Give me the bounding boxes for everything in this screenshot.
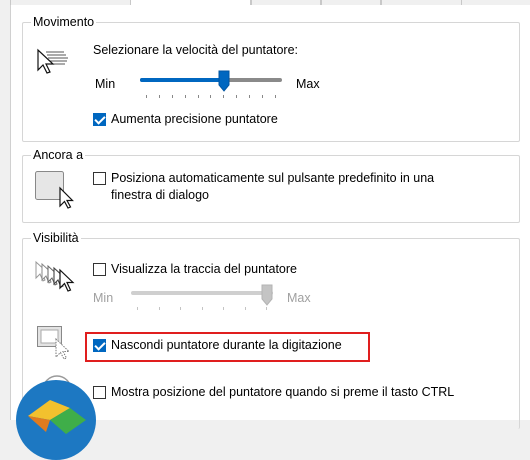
snap-label-line1: Posiziona automaticamente sul pulsante p… — [111, 171, 435, 185]
hide-while-typing-checkbox-box[interactable] — [93, 339, 106, 352]
trail-length-slider — [131, 284, 273, 312]
snap-to-checkbox-box[interactable] — [93, 172, 106, 185]
trail-slider-ticks — [137, 307, 267, 310]
pointer-trails-icon — [35, 260, 75, 292]
group-title-visibilita: Visibilità — [31, 231, 81, 245]
snap-to-checkbox-label: Posiziona automaticamente sul pulsante p… — [111, 170, 434, 204]
pointer-trails-checkbox-label: Visualizza la traccia del puntatore — [111, 262, 297, 276]
show-location-ctrl-checkbox-box[interactable] — [93, 386, 106, 399]
precision-checkbox-label: Aumenta precisione puntatore — [111, 112, 278, 126]
snap-to-checkbox[interactable]: Posiziona automaticamente sul pulsante p… — [93, 170, 434, 204]
trail-min-label: Min — [93, 291, 114, 305]
pointer-speed-slider[interactable] — [140, 70, 282, 100]
logo-badge — [16, 380, 96, 460]
precision-checkbox[interactable]: Aumenta precisione puntatore — [93, 111, 278, 128]
trail-slider-thumb — [261, 284, 273, 306]
trail-slider-track — [131, 291, 273, 295]
hide-while-typing-checkbox[interactable]: Nascondi puntatore durante la digitazion… — [93, 337, 342, 354]
trail-max-label: Max — [287, 291, 311, 305]
snap-label-line2: finestra di dialogo — [111, 188, 209, 202]
speed-min-label: Min — [95, 77, 116, 91]
show-location-ctrl-checkbox[interactable]: Mostra posizione del puntatore quando si… — [93, 384, 454, 401]
precision-checkbox-box[interactable] — [93, 113, 106, 126]
pointer-trails-checkbox[interactable]: Visualizza la traccia del puntatore — [93, 261, 297, 278]
slider-ticks — [146, 95, 276, 98]
snap-to-icon — [35, 171, 74, 209]
hide-while-typing-checkbox-label: Nascondi puntatore durante la digitazion… — [111, 338, 342, 352]
speed-label: Selezionare la velocità del puntatore: — [93, 43, 298, 57]
pointer-speed-icon — [37, 48, 68, 74]
show-location-ctrl-checkbox-label: Mostra posizione del puntatore quando si… — [111, 385, 455, 399]
speed-max-label: Max — [296, 77, 320, 91]
group-title-movimento: Movimento — [31, 15, 97, 29]
group-title-ancora: Ancora a — [31, 148, 86, 162]
hide-while-typing-icon — [37, 326, 71, 360]
logo-icon — [17, 381, 95, 459]
pointer-trails-checkbox-box[interactable] — [93, 263, 106, 276]
slider-fill — [140, 78, 224, 82]
slider-thumb[interactable] — [218, 70, 230, 92]
